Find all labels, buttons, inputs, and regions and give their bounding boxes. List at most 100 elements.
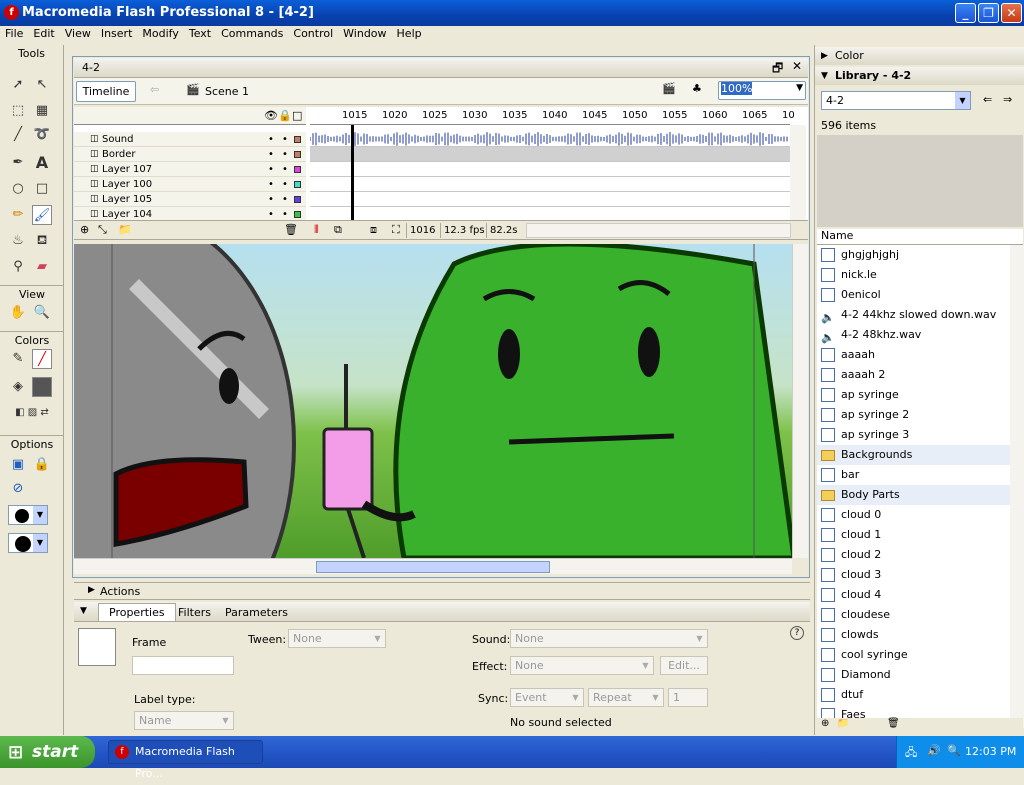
timeline-vscroll[interactable] — [790, 125, 806, 220]
menu-modify[interactable]: Modify — [137, 26, 183, 41]
library-item[interactable]: cloud 2 — [817, 545, 1010, 565]
layer-row[interactable]: ◫ Layer 100 • • — [74, 177, 306, 192]
menu-insert[interactable]: Insert — [96, 26, 138, 41]
library-item[interactable]: ap syringe — [817, 385, 1010, 405]
visibility-dot-icon[interactable]: • — [268, 147, 274, 162]
insert-folder-icon[interactable]: 📁 — [118, 223, 132, 236]
menu-window[interactable]: Window — [338, 26, 391, 41]
layer-row[interactable]: ◫ Layer 107 • • — [74, 162, 306, 177]
layer-row[interactable]: ◫ Sound • • — [74, 132, 306, 147]
close-button[interactable]: ✕ — [1001, 3, 1022, 23]
library-item[interactable]: cloud 4 — [817, 585, 1010, 605]
new-library-icon[interactable]: ⇒ — [1003, 93, 1012, 106]
menu-control[interactable]: Control — [288, 26, 338, 41]
rectangle-tool-icon[interactable]: □ — [32, 179, 52, 199]
collapse-arrow-icon[interactable]: ▼ — [80, 606, 87, 616]
stage-vscroll[interactable] — [792, 244, 808, 558]
library-item[interactable]: cloud 0 — [817, 505, 1010, 525]
library-item[interactable]: ghgjghjghj — [817, 245, 1010, 265]
eye-icon[interactable]: 👁 — [264, 109, 278, 122]
playhead[interactable] — [351, 125, 354, 220]
lock-dot-icon[interactable]: • — [282, 132, 288, 147]
frame-row[interactable] — [309, 132, 790, 147]
menu-commands[interactable]: Commands — [216, 26, 288, 41]
free-transform-tool-icon[interactable]: ⬚ — [8, 101, 28, 121]
layer-color-swatch[interactable] — [294, 151, 301, 158]
library-panel-header[interactable]: ▼ Library - 4-2 — [815, 67, 1024, 85]
stage[interactable] — [74, 244, 792, 558]
frame-row[interactable] — [310, 162, 790, 177]
library-item[interactable]: cloud 1 — [817, 525, 1010, 545]
volume-icon[interactable]: 🔊 — [927, 744, 941, 757]
library-item[interactable]: aaaah 2 — [817, 365, 1010, 385]
brush-mode-icon[interactable]: ▣ — [8, 455, 28, 475]
tab-parameters[interactable]: Parameters — [225, 606, 288, 619]
close-document-icon[interactable]: ✕ — [792, 59, 802, 73]
layer-row[interactable]: ◫ Border • • — [74, 147, 306, 162]
library-item[interactable]: 0enicol — [817, 285, 1010, 305]
library-item[interactable]: dtuf — [817, 685, 1010, 705]
selection-tool-icon[interactable]: ➚ — [8, 75, 28, 95]
stage-hscroll[interactable] — [74, 558, 792, 574]
edit-button[interactable]: Edit... — [660, 656, 708, 675]
effect-select[interactable]: None ▼ — [510, 656, 654, 675]
tab-filters[interactable]: Filters — [178, 606, 211, 619]
layer-color-swatch[interactable] — [294, 211, 301, 218]
library-item[interactable]: ap syringe 2 — [817, 405, 1010, 425]
menu-help[interactable]: Help — [392, 26, 427, 41]
library-item[interactable]: 🔈 4-2 48khz.wav — [817, 325, 1010, 345]
library-item[interactable]: aaaah — [817, 345, 1010, 365]
lock-dot-icon[interactable]: • — [282, 192, 288, 207]
layer-color-swatch[interactable] — [294, 196, 301, 203]
repeat-select[interactable]: Repeat ▼ — [588, 688, 664, 707]
stage-hscroll-thumb[interactable] — [316, 561, 550, 573]
repeat-count-input[interactable]: 1 — [668, 688, 708, 707]
color-panel-header[interactable]: ▶ Color — [815, 47, 1024, 65]
layer-color-swatch[interactable] — [294, 181, 301, 188]
name-column-header[interactable]: Name — [817, 229, 1023, 245]
onion-markers-icon[interactable]: ⛶ — [392, 223, 400, 237]
document-tab[interactable]: 4-2 — [82, 61, 100, 74]
brush-shape-select[interactable]: ▼ — [8, 533, 48, 553]
taskbar-flash-item[interactable]: f Macromedia Flash Pro... — [108, 740, 263, 780]
library-item[interactable]: ap syringe 3 — [817, 425, 1010, 445]
fill-color-swatch[interactable] — [32, 377, 52, 397]
frame-row[interactable] — [310, 192, 790, 207]
library-item[interactable]: cool syringe — [817, 645, 1010, 665]
hand-tool-icon[interactable]: ✋ — [8, 303, 28, 323]
library-item[interactable]: cloud 3 — [817, 565, 1010, 585]
edit-symbols-icon[interactable]: ♣ — [692, 82, 702, 95]
frame-row[interactable] — [310, 177, 790, 192]
visibility-dot-icon[interactable]: • — [268, 177, 274, 192]
pin-library-icon[interactable]: ⇐ — [983, 93, 992, 106]
paint-bucket-tool-icon[interactable]: ⛾ — [32, 231, 52, 251]
library-item[interactable]: bar — [817, 465, 1010, 485]
delete-layer-icon[interactable]: 🗑 — [284, 223, 298, 236]
library-item[interactable]: cloudese — [817, 605, 1010, 625]
new-symbol-icon[interactable]: ⊕ — [821, 718, 829, 729]
center-frame-icon[interactable]: ⦀ — [314, 223, 319, 237]
library-vscroll[interactable] — [1010, 245, 1024, 728]
menu-file[interactable]: File — [0, 26, 28, 41]
timeline-button[interactable]: Timeline — [76, 81, 136, 102]
ink-bottle-tool-icon[interactable]: ♨ — [8, 231, 28, 251]
restore-button[interactable]: ❐ — [978, 3, 999, 23]
scene-name[interactable]: Scene 1 — [205, 85, 249, 98]
line-tool-icon[interactable]: ╱ — [8, 125, 28, 145]
restore-document-icon[interactable]: 🗗 — [772, 59, 783, 80]
frame-row[interactable] — [310, 147, 790, 162]
menu-text[interactable]: Text — [184, 26, 216, 41]
lock-dot-icon[interactable]: • — [282, 177, 288, 192]
lock-fill-icon[interactable]: 🔒 — [32, 455, 52, 475]
library-item[interactable]: clowds — [817, 625, 1010, 645]
visibility-dot-icon[interactable]: • — [268, 132, 274, 147]
fill-transform-tool-icon[interactable]: ▦ — [32, 101, 52, 121]
outline-icon[interactable]: □ — [292, 109, 302, 122]
onion-outline-icon[interactable]: ⧈ — [370, 223, 377, 237]
lock-icon[interactable]: 🔒 — [278, 109, 292, 122]
zoom-tool-icon[interactable]: 🔍 — [32, 303, 52, 323]
label-type-select[interactable]: Name ▼ — [134, 711, 234, 730]
timeline-hscroll[interactable] — [526, 223, 791, 238]
brush-mode-dropdown-icon[interactable]: ⊘ — [8, 479, 28, 499]
library-folder[interactable]: Body Parts — [817, 485, 1010, 505]
